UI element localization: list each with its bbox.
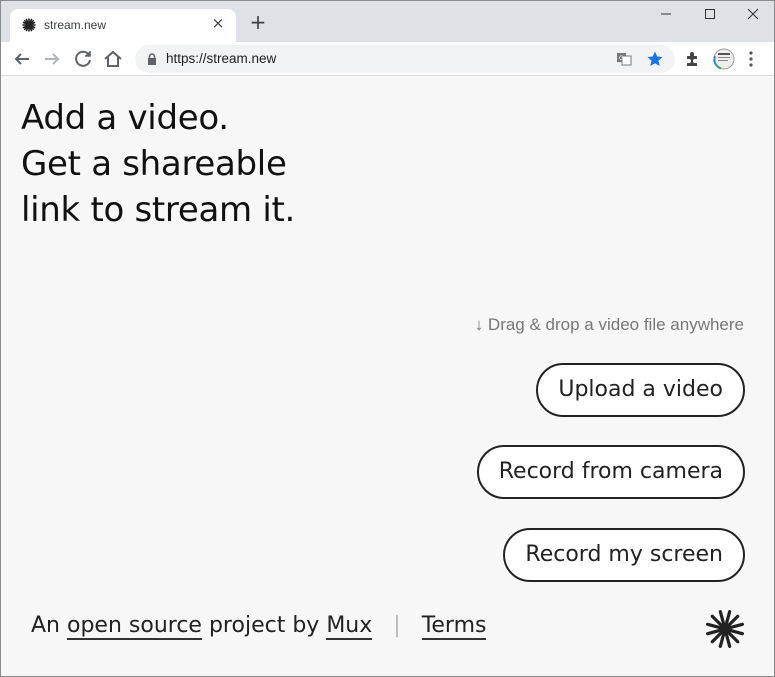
url-text[interactable]: https://stream.new bbox=[166, 51, 276, 66]
close-icon bbox=[747, 8, 759, 20]
reload-icon bbox=[75, 50, 91, 67]
kebab-menu-icon[interactable] bbox=[747, 50, 755, 68]
puzzle-icon[interactable] bbox=[684, 50, 702, 68]
page-content: Add a video. Get a shareable link to str… bbox=[1, 77, 774, 677]
headline-line-3: link to stream it. bbox=[21, 190, 296, 230]
arrow-right-icon bbox=[45, 53, 60, 65]
open-source-link[interactable]: open source bbox=[67, 613, 202, 640]
home-icon bbox=[104, 50, 122, 67]
browser-window: stream.new × + https://stream.new G Add … bbox=[0, 0, 775, 677]
record-camera-button[interactable]: Record from camera bbox=[476, 445, 745, 499]
starburst-icon bbox=[22, 18, 36, 32]
maximize-icon bbox=[705, 9, 715, 19]
address-bar[interactable]: https://stream.new G bbox=[135, 45, 675, 73]
tab-bar: stream.new × + bbox=[1, 1, 774, 42]
back-button[interactable] bbox=[10, 47, 34, 71]
footer: An open source project by Mux | Terms bbox=[31, 613, 487, 640]
arrow-left-icon bbox=[14, 53, 29, 65]
new-tab-button[interactable]: + bbox=[247, 11, 269, 33]
footer-separator: | bbox=[393, 613, 401, 638]
svg-text:G: G bbox=[619, 56, 624, 62]
reload-button[interactable] bbox=[71, 47, 95, 71]
home-button[interactable] bbox=[101, 47, 125, 71]
minimize-icon bbox=[661, 13, 671, 15]
star-icon[interactable] bbox=[646, 50, 664, 68]
translate-icon[interactable]: G bbox=[615, 50, 633, 68]
mux-link[interactable]: Mux bbox=[326, 613, 373, 640]
tab-title: stream.new bbox=[44, 18, 107, 32]
maximize-button[interactable] bbox=[695, 5, 725, 27]
headline-line-2: Get a shareable bbox=[21, 144, 287, 184]
browser-toolbar: https://stream.new G bbox=[1, 42, 774, 76]
page-headline: Add a video. Get a shareable link to str… bbox=[21, 95, 295, 233]
minimize-button[interactable] bbox=[651, 5, 681, 27]
tab-stream-new[interactable]: stream.new × bbox=[10, 9, 236, 42]
footer-prefix: An bbox=[31, 613, 60, 638]
lock-icon bbox=[148, 53, 156, 65]
footer-middle: project by bbox=[208, 613, 320, 638]
forward-button[interactable] bbox=[40, 47, 64, 71]
mux-starburst-logo bbox=[706, 610, 744, 648]
drag-drop-hint: ↓ Drag & drop a video file anywhere bbox=[474, 315, 744, 334]
profile-avatar[interactable] bbox=[713, 48, 735, 70]
headline-line-1: Add a video. bbox=[21, 98, 229, 138]
upload-video-button[interactable]: Upload a video bbox=[536, 363, 745, 417]
record-screen-button[interactable]: Record my screen bbox=[503, 528, 745, 582]
tab-close-button[interactable]: × bbox=[209, 14, 227, 34]
close-window-button[interactable] bbox=[738, 5, 768, 27]
terms-link[interactable]: Terms bbox=[421, 613, 487, 640]
